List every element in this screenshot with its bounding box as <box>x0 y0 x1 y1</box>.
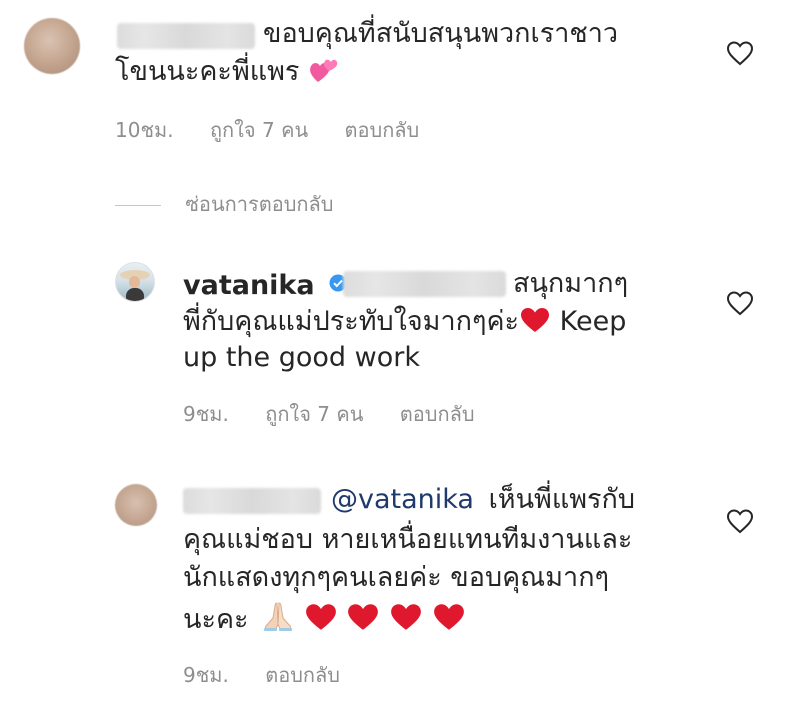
comment-text-line: โขนนะคะพี่แพร <box>115 55 340 93</box>
avatar-face <box>129 276 140 288</box>
likes-count[interactable]: ถูกใจ 7 คน <box>210 118 308 142</box>
reply-button[interactable]: ตอบกลับ <box>400 402 475 426</box>
like-heart-icon[interactable] <box>726 508 754 534</box>
comment-meta: 10ชม. ถูกใจ 7 คน ตอบกลับ <box>115 114 449 146</box>
comment-text-line: up the good work <box>183 341 420 375</box>
comment-meta: 9ชม. ตอบกลับ <box>183 659 370 691</box>
comment-text: ขอบคุณที่สนับสนุนพวกเราชาว <box>263 18 619 49</box>
comment-text: คุณแม่ชอบ หายเหนื่อยแทนทีมงานและ <box>183 524 633 555</box>
like-heart-icon[interactable] <box>726 40 754 66</box>
comment-text-line: นะคะ <box>183 600 466 641</box>
blurred-username[interactable] <box>117 23 255 49</box>
avatar[interactable] <box>115 262 155 302</box>
red-heart-emoji <box>346 602 380 641</box>
reply-button[interactable]: ตอบกลับ <box>345 118 420 142</box>
comment-meta: 9ชม. ถูกใจ 7 คน ตอบกลับ <box>183 398 505 430</box>
hide-replies-button[interactable]: ซ่อนการตอบกลับ <box>115 188 333 220</box>
red-heart-emoji <box>304 602 338 641</box>
comment-text: นะคะ <box>183 604 249 635</box>
timestamp: 9ชม. <box>183 663 229 687</box>
comment-text-line: นักแสดงทุกๆคนเลยค่ะ ขอบคุณมากๆ <box>183 561 609 595</box>
avatar[interactable] <box>115 484 157 526</box>
red-heart-emoji <box>389 602 423 641</box>
comment-text-line: คุณแม่ชอบ หายเหนื่อยแทนทีมงานและ <box>183 523 632 557</box>
comment-text: Keep <box>559 306 627 337</box>
comment-text-line: สนุกมากๆ <box>513 267 628 301</box>
comment-text: นักแสดงทุกๆคนเลยค่ะ ขอบคุณมากๆ <box>183 562 610 593</box>
red-heart-emoji <box>519 306 551 343</box>
comment-text-line: @vatanika เห็นพี่แพรกับ <box>331 483 635 517</box>
hide-replies-label: ซ่อนการตอบกลับ <box>185 192 334 216</box>
avatar-body <box>126 288 144 301</box>
divider-line <box>115 205 161 206</box>
avatar[interactable] <box>24 18 80 74</box>
red-heart-emoji <box>432 602 466 641</box>
timestamp: 10ชม. <box>115 118 174 142</box>
comment-text: สนุกมากๆ <box>513 268 629 299</box>
comment-text: up the good work <box>183 342 420 373</box>
mention-link[interactable]: @vatanika <box>331 484 474 515</box>
reply-button[interactable]: ตอบกลับ <box>265 663 340 687</box>
comment-text: เห็นพี่แพรกับ <box>488 484 636 515</box>
blurred-username[interactable] <box>183 488 321 514</box>
two-hearts-emoji <box>308 56 340 93</box>
username[interactable]: vatanika <box>183 270 315 301</box>
timestamp: 9ชม. <box>183 402 229 426</box>
comment-text: โขนนะคะพี่แพร <box>115 56 300 87</box>
comment-text: พี่กับคุณแม่ประทับใจมากๆค่ะ <box>183 306 520 337</box>
comment-text-line: พี่กับคุณแม่ประทับใจมากๆค่ะ Keep <box>183 305 626 343</box>
folded-hands-emoji <box>261 600 295 641</box>
comment-text-line: vatanika <box>183 267 347 303</box>
like-heart-icon[interactable] <box>726 290 754 316</box>
comment-text-line: ขอบคุณที่สนับสนุนพวกเราชาว <box>263 17 618 51</box>
blurred-mention[interactable] <box>343 271 506 297</box>
likes-count[interactable]: ถูกใจ 7 คน <box>265 402 363 426</box>
